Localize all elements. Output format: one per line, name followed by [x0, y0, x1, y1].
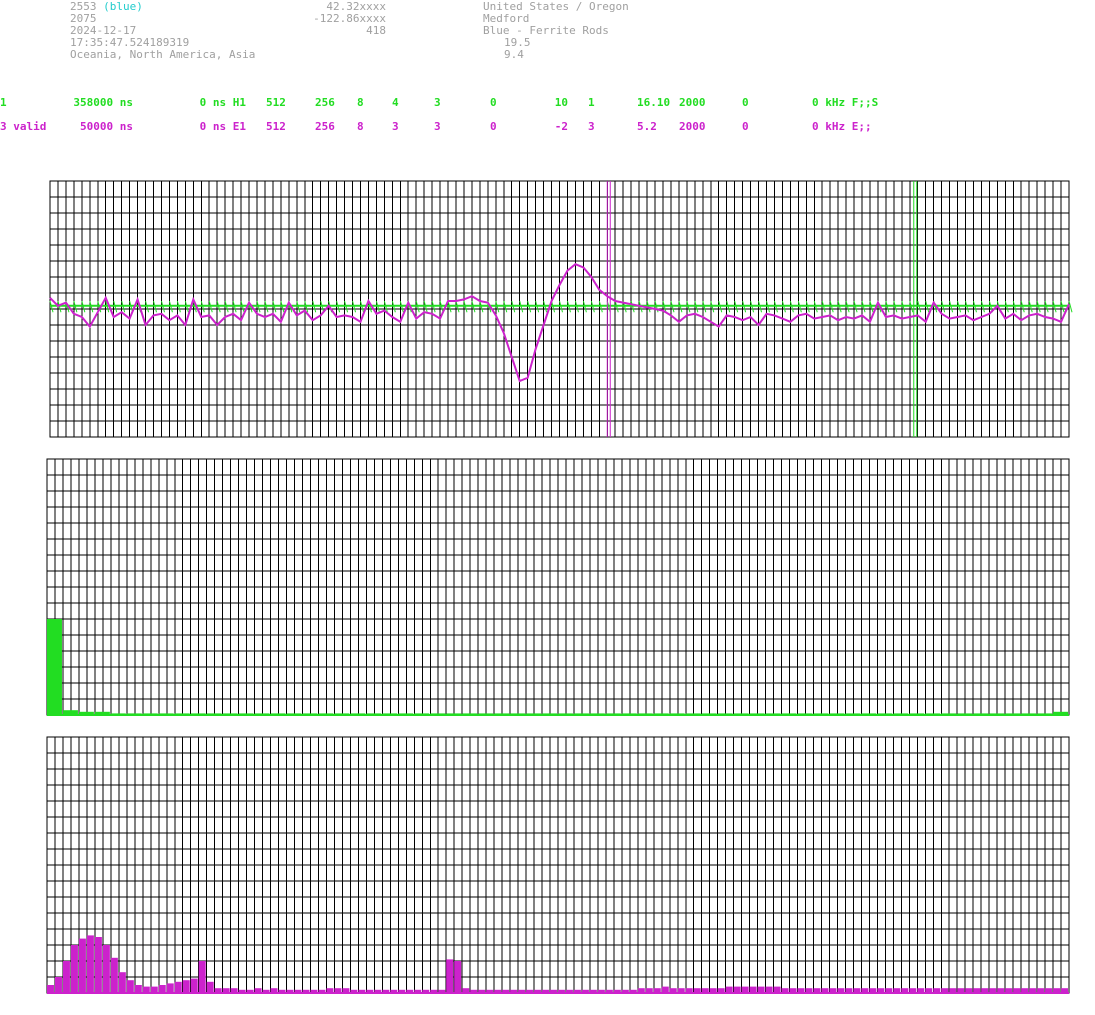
spectrum-bar	[174, 981, 182, 993]
spectrum-bar	[126, 980, 134, 993]
spectrum-bar	[190, 978, 198, 993]
spectrum-bar	[454, 961, 462, 993]
spectrum-bar	[166, 983, 174, 993]
waveform-panel	[49, 180, 1073, 438]
spectrum-bar	[110, 957, 118, 993]
spectrum-bar	[134, 985, 142, 993]
spectrum-bar	[70, 945, 78, 993]
spectrum-bar	[102, 945, 110, 993]
green-spectrum-panel	[46, 458, 1070, 716]
spectrum-bar	[78, 938, 86, 993]
spectrum-bar	[47, 619, 62, 715]
spectrum-bar	[54, 977, 62, 993]
spectrum-bar	[47, 985, 54, 993]
spectrum-bar	[158, 985, 166, 993]
spectrum-bar	[94, 937, 102, 993]
spectrum-bar	[446, 959, 454, 993]
spectrum-bar	[206, 981, 214, 993]
spectrum-bar	[118, 972, 126, 993]
spectrum-bar	[182, 980, 190, 993]
spectrum-bar	[62, 961, 70, 993]
magenta-spectrum-panel	[46, 736, 1070, 994]
plots-canvas	[46, 180, 1073, 994]
spectrum-bar	[198, 961, 206, 993]
spectrum-bar	[86, 935, 94, 993]
